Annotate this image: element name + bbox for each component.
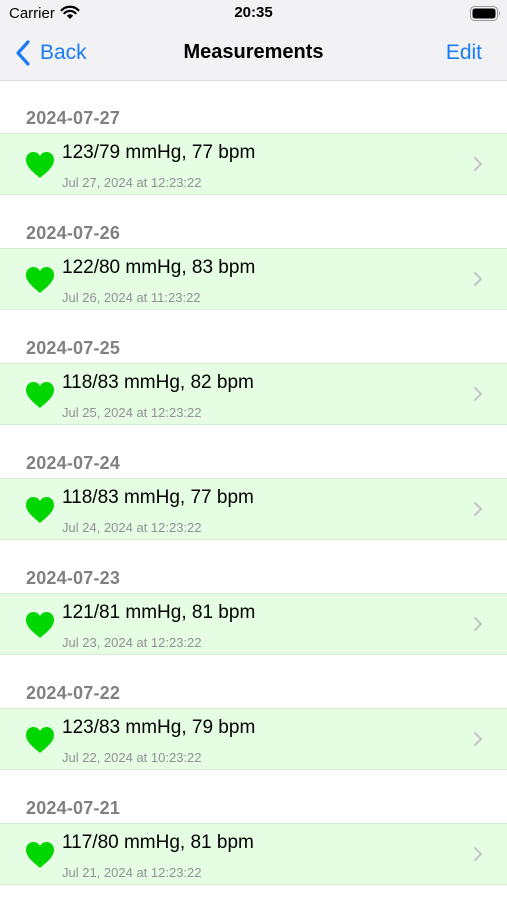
list-section: 2024-07-27 123/79 mmHg, 77 bpm Jul 27, 2…	[0, 81, 507, 196]
reading-value: 121/81 mmHg, 81 bpm	[62, 602, 256, 623]
heart-icon	[26, 267, 54, 293]
heart-icon	[26, 497, 54, 523]
status-bar: Carrier 20:35	[0, 0, 507, 26]
chevron-right-icon	[474, 157, 482, 171]
heart-icon	[26, 727, 54, 753]
section-header: 2024-07-21	[26, 798, 121, 818]
reading-timestamp: Jul 23, 2024 at 12:23:22	[62, 635, 202, 650]
measurement-row[interactable]: 122/80 mmHg, 83 bpm Jul 26, 2024 at 11:2…	[0, 248, 507, 310]
navigation-bar: Back Measurements Edit	[0, 26, 507, 81]
section-header: 2024-07-23	[26, 568, 121, 588]
measurement-row[interactable]: 117/80 mmHg, 81 bpm Jul 21, 2024 at 12:2…	[0, 823, 507, 885]
list-section: 2024-07-22 123/83 mmHg, 79 bpm Jul 22, 2…	[0, 656, 507, 771]
reading-timestamp: Jul 24, 2024 at 12:23:22	[62, 520, 202, 535]
page-title: Measurements	[183, 41, 324, 63]
heart-icon	[26, 612, 54, 638]
section-header: 2024-07-22	[26, 683, 121, 703]
list-section: 2024-07-21 117/80 mmHg, 81 bpm Jul 21, 2…	[0, 771, 507, 886]
chevron-right-icon	[474, 732, 482, 746]
measurement-row[interactable]: 123/83 mmHg, 79 bpm Jul 22, 2024 at 10:2…	[0, 708, 507, 770]
edit-button[interactable]: Edit	[446, 41, 482, 65]
section-header: 2024-07-25	[26, 338, 121, 358]
heart-icon	[26, 842, 54, 868]
list-section: 2024-07-24 118/83 mmHg, 77 bpm Jul 24, 2…	[0, 426, 507, 541]
reading-value: 118/83 mmHg, 82 bpm	[62, 372, 254, 393]
reading-timestamp: Jul 22, 2024 at 10:23:22	[62, 750, 202, 765]
chevron-right-icon	[474, 847, 482, 861]
reading-value: 123/83 mmHg, 79 bpm	[62, 717, 256, 738]
reading-timestamp: Jul 25, 2024 at 12:23:22	[62, 405, 202, 420]
chevron-right-icon	[474, 617, 482, 631]
list-section: 2024-07-26 122/80 mmHg, 83 bpm Jul 26, 2…	[0, 196, 507, 311]
heart-icon	[26, 382, 54, 408]
heart-icon	[26, 152, 54, 178]
reading-timestamp: Jul 26, 2024 at 11:23:22	[62, 290, 201, 305]
battery-icon	[470, 6, 500, 21]
chevron-right-icon	[474, 502, 482, 516]
measurements-list: 2024-07-27 123/79 mmHg, 77 bpm Jul 27, 2…	[0, 81, 507, 886]
reading-timestamp: Jul 27, 2024 at 12:23:22	[62, 175, 202, 190]
reading-timestamp: Jul 21, 2024 at 12:23:22	[62, 865, 202, 880]
chevron-right-icon	[474, 387, 482, 401]
reading-value: 117/80 mmHg, 81 bpm	[62, 832, 254, 853]
section-header: 2024-07-24	[26, 453, 121, 473]
measurement-row[interactable]: 118/83 mmHg, 77 bpm Jul 24, 2024 at 12:2…	[0, 478, 507, 540]
reading-value: 122/80 mmHg, 83 bpm	[62, 257, 256, 278]
measurement-row[interactable]: 118/83 mmHg, 82 bpm Jul 25, 2024 at 12:2…	[0, 363, 507, 425]
measurement-row[interactable]: 121/81 mmHg, 81 bpm Jul 23, 2024 at 12:2…	[0, 593, 507, 655]
reading-value: 123/79 mmHg, 77 bpm	[62, 142, 256, 163]
chevron-right-icon	[474, 272, 482, 286]
list-section: 2024-07-25 118/83 mmHg, 82 bpm Jul 25, 2…	[0, 311, 507, 426]
measurement-row[interactable]: 123/79 mmHg, 77 bpm Jul 27, 2024 at 12:2…	[0, 133, 507, 195]
section-header: 2024-07-26	[26, 223, 121, 243]
section-header: 2024-07-27	[26, 108, 121, 128]
list-section: 2024-07-23 121/81 mmHg, 81 bpm Jul 23, 2…	[0, 541, 507, 656]
reading-value: 118/83 mmHg, 77 bpm	[62, 487, 254, 508]
clock: 20:35	[234, 4, 273, 21]
